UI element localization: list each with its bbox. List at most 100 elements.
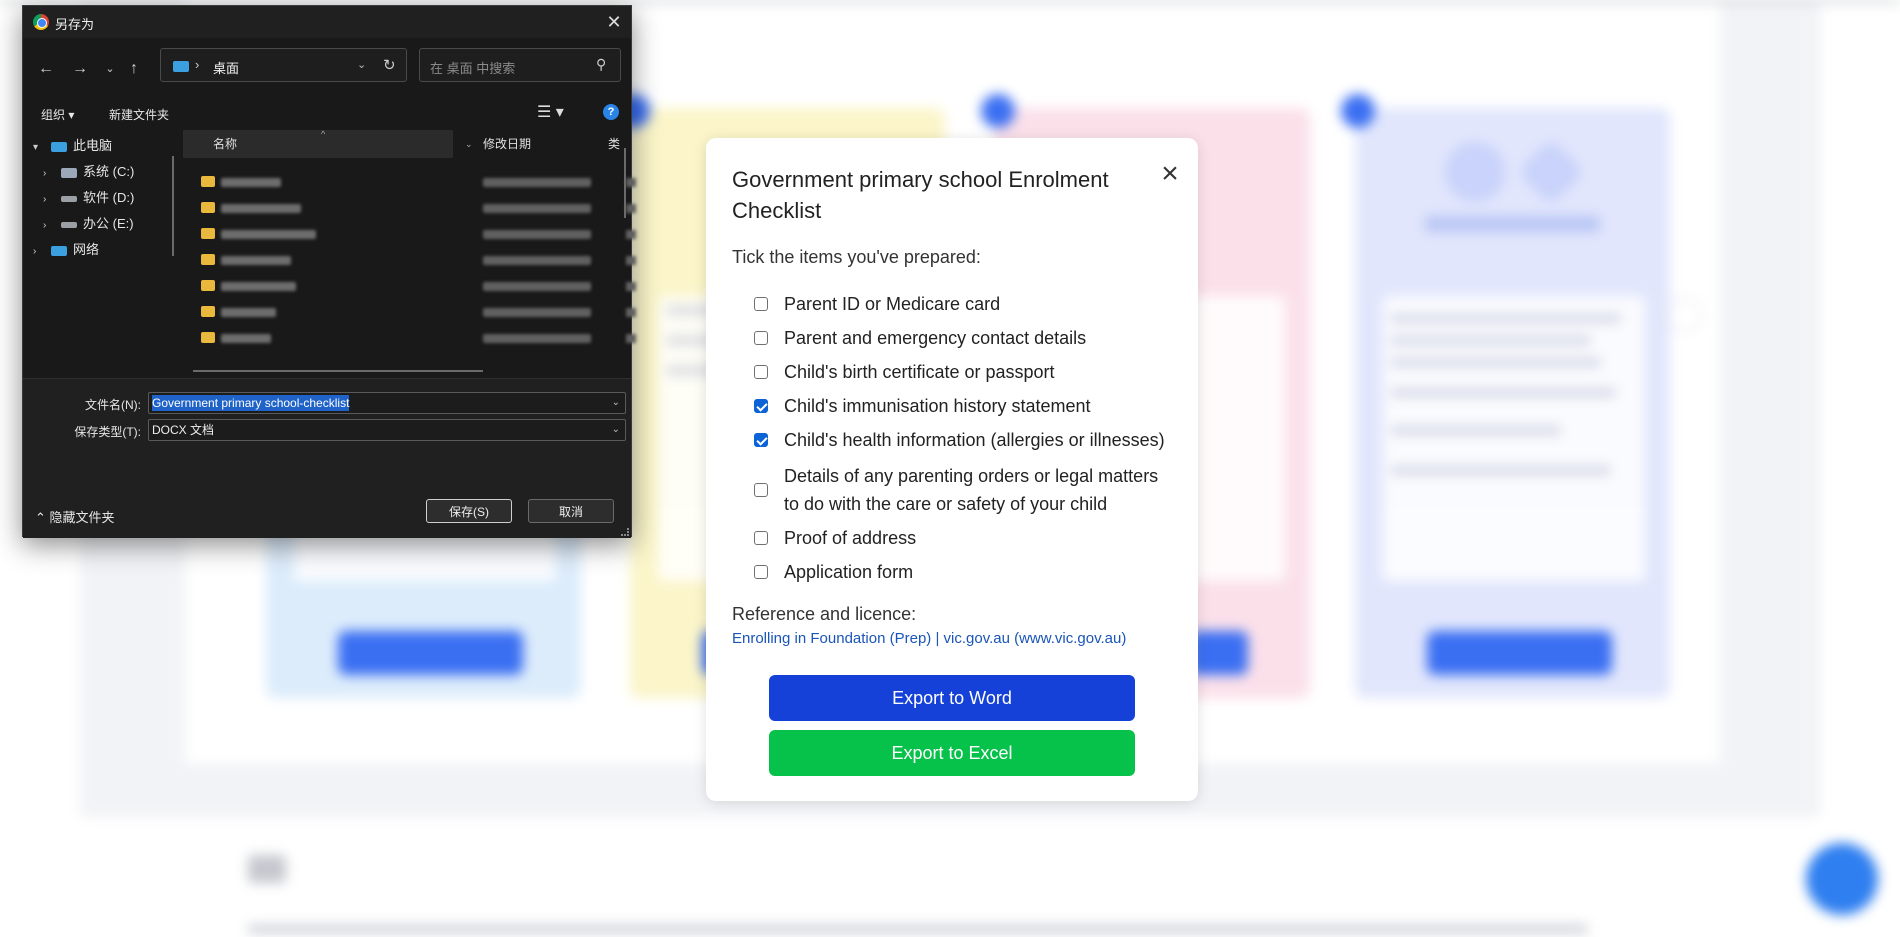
chevron-right-icon[interactable]: › (43, 164, 57, 184)
checklist-item-label: Child's birth certificate or passport (784, 362, 1055, 382)
refresh-icon[interactable]: ↻ (383, 56, 396, 74)
column-header-type[interactable]: 类 (608, 130, 623, 158)
checklist-item-label: Parent ID or Medicare card (784, 294, 1001, 314)
background-card-button (338, 631, 523, 675)
address-bar[interactable]: › 桌面 ⌄ ↻ (160, 48, 407, 82)
help-icon[interactable]: ? (603, 104, 619, 120)
new-folder-button[interactable]: 新建文件夹 (109, 106, 169, 123)
file-list-scrollbar[interactable] (624, 148, 626, 218)
search-input[interactable]: 在 桌面 中搜索 (430, 58, 515, 77)
checkbox[interactable] (754, 399, 768, 413)
file-row[interactable] (201, 252, 636, 270)
file-list-horizontal-scrollbar[interactable] (193, 370, 483, 372)
filetype-value: DOCX 文档 (152, 423, 215, 437)
export-word-button[interactable]: Export to Word (769, 675, 1135, 721)
navigation-tree: ▾ 此电脑 › 系统 (C:) › 软件 (D:) › 办公 (E:) › 网络 (23, 130, 175, 378)
computer-icon (51, 141, 67, 152)
chevron-down-icon[interactable]: ⌄ (357, 58, 366, 71)
hide-folders-toggle[interactable]: ⌃ 隐藏文件夹 (35, 507, 115, 526)
folder-icon (201, 254, 215, 265)
reference-link[interactable]: Enrolling in Foundation (Prep) | vic.gov… (732, 630, 1126, 647)
tree-scrollbar[interactable] (172, 156, 174, 256)
checklist: Parent ID or Medicare card Parent and em… (754, 290, 1174, 586)
column-header-date[interactable]: 修改日期 (483, 130, 603, 158)
cancel-button[interactable]: 取消 (528, 499, 614, 523)
checkbox[interactable] (754, 531, 768, 545)
search-icon: ⚲ (596, 56, 607, 72)
checkbox[interactable] (754, 565, 768, 579)
file-row[interactable] (201, 200, 636, 218)
checklist-item-label: Application form (784, 562, 914, 582)
chrome-icon (33, 14, 49, 30)
checklist-item-label: Child's health information (allergies or… (784, 430, 1165, 450)
back-arrow-icon[interactable]: ← (35, 58, 57, 80)
address-path[interactable]: 桌面 (213, 58, 239, 77)
close-icon[interactable]: × (1152, 156, 1188, 192)
checkbox[interactable] (754, 483, 768, 497)
checkbox[interactable] (754, 433, 768, 447)
checklist-item[interactable]: Child's immunisation history statement (754, 392, 1174, 420)
modal-subtitle: Tick the items you've prepared: (732, 247, 981, 267)
file-row[interactable] (201, 174, 636, 192)
folder-icon (201, 280, 215, 291)
checkbox[interactable] (754, 365, 768, 379)
checklist-item[interactable]: Proof of address (754, 524, 1174, 552)
tree-item-drive-e[interactable]: › 办公 (E:) (43, 214, 134, 234)
save-as-dialog: 另存为 ✕ ← → ⌄ ↑ › 桌面 ⌄ ↻ 在 桌面 中搜索 ⚲ 组织 ▾ 新… (22, 5, 636, 538)
tree-item-this-pc[interactable]: ▾ 此电脑 (33, 136, 112, 156)
checkbox[interactable] (754, 331, 768, 345)
view-options-icon[interactable]: ☰ ▾ (537, 102, 564, 122)
folder-icon (201, 306, 215, 317)
save-button[interactable]: 保存(S) (426, 499, 512, 523)
step-badge (981, 94, 1015, 128)
folder-icon (201, 332, 215, 343)
organize-menu[interactable]: 组织 ▾ (41, 106, 74, 123)
checklist-item-label: Proof of address (784, 528, 917, 548)
close-icon[interactable]: ✕ (597, 6, 631, 38)
desktop-folder-icon (173, 61, 189, 72)
chevron-down-icon[interactable]: ⌄ (612, 393, 620, 413)
dialog-titlebar[interactable]: 另存为 ✕ (23, 6, 631, 38)
folder-icon (201, 202, 215, 213)
checkbox[interactable] (754, 297, 768, 311)
resize-grip-icon[interactable] (621, 528, 629, 536)
checklist-item[interactable]: Parent and emergency contact details (754, 324, 1174, 352)
forward-arrow-icon[interactable]: → (69, 58, 91, 80)
tree-item-network[interactable]: › 网络 (33, 240, 99, 260)
step-badge (1341, 94, 1375, 128)
chevron-right-icon[interactable]: › (43, 216, 57, 236)
recent-locations-chevron-icon[interactable]: ⌄ (99, 58, 121, 80)
chevron-down-icon[interactable]: ⌄ (612, 420, 620, 440)
chevron-right-icon[interactable]: › (33, 242, 47, 262)
file-row[interactable] (201, 304, 636, 322)
carousel-arrow (1668, 298, 1702, 332)
filename-field[interactable]: Government primary school-checklist ⌄ (148, 392, 626, 414)
reference-label: Reference and licence: (732, 604, 917, 624)
chevron-right-icon[interactable]: › (43, 190, 57, 210)
floating-action-button (1806, 843, 1878, 915)
tree-item-drive-d[interactable]: › 软件 (D:) (43, 188, 134, 208)
search-box[interactable]: 在 桌面 中搜索 ⚲ (419, 48, 621, 82)
checklist-item[interactable]: Application form (754, 558, 1174, 586)
file-row[interactable] (201, 278, 636, 296)
drive-icon (61, 167, 77, 178)
chevron-down-icon[interactable]: ⌄ (465, 130, 477, 158)
filetype-select[interactable]: DOCX 文档 ⌄ (148, 419, 626, 441)
up-arrow-icon[interactable]: ↑ (123, 58, 145, 80)
file-row[interactable] (201, 226, 636, 244)
checklist-item[interactable]: Details of any parenting orders or legal… (754, 462, 1174, 518)
file-row[interactable] (201, 330, 636, 348)
filename-value[interactable]: Government primary school-checklist (152, 395, 350, 411)
folder-icon (201, 176, 215, 187)
column-header-name[interactable]: 名称 ^ ⌄ (183, 129, 473, 158)
file-list: 名称 ^ ⌄ 修改日期 类 (183, 129, 636, 378)
chevron-down-icon[interactable]: ▾ (33, 138, 47, 158)
export-excel-button[interactable]: Export to Excel (769, 730, 1135, 776)
checklist-item[interactable]: Parent ID or Medicare card (754, 290, 1174, 318)
background-card (1341, 94, 1670, 698)
checklist-item[interactable]: Child's birth certificate or passport (754, 358, 1174, 386)
checklist-item[interactable]: Child's health information (allergies or… (754, 426, 1174, 454)
tree-item-drive-c[interactable]: › 系统 (C:) (43, 162, 134, 182)
checklist-item-label: Details of any parenting orders or legal… (784, 466, 1159, 514)
breadcrumb-separator-icon: › (195, 57, 200, 72)
